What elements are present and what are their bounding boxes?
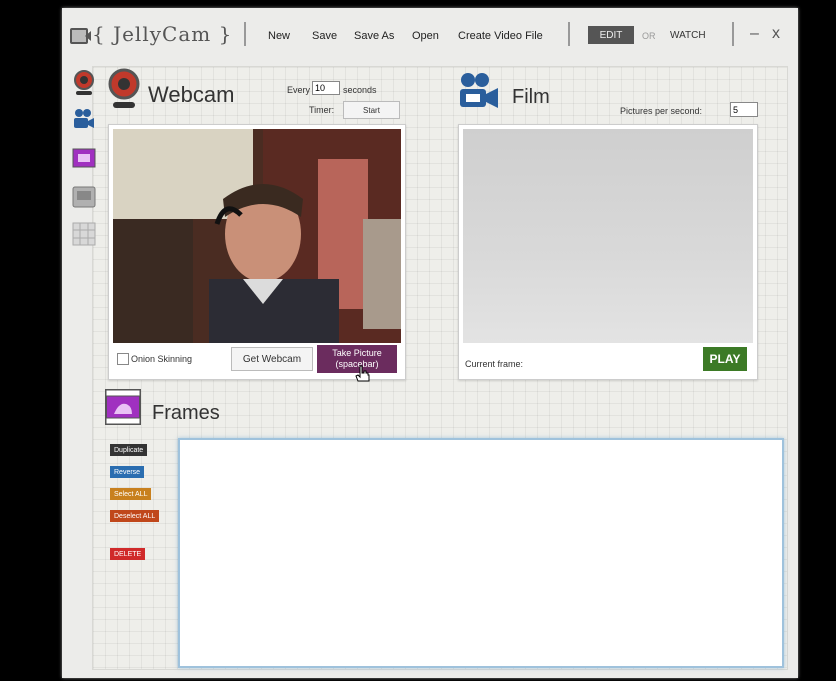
current-frame-label: Current frame: bbox=[465, 359, 524, 369]
save-button[interactable]: Save bbox=[312, 30, 337, 42]
frames-header-icon bbox=[104, 388, 142, 431]
frame-actions: Duplicate Reverse Select ALL Deselect AL… bbox=[102, 438, 176, 668]
webcam-header-icon bbox=[106, 68, 142, 117]
frames-title: Frames bbox=[152, 402, 220, 424]
film-title: Film bbox=[512, 86, 550, 108]
onion-skinning-checkbox[interactable] bbox=[117, 353, 129, 365]
webcam-icon[interactable] bbox=[72, 70, 96, 95]
interval-input[interactable] bbox=[312, 81, 340, 95]
open-button[interactable]: Open bbox=[412, 30, 439, 42]
timer-start-button[interactable]: Start bbox=[343, 101, 400, 119]
divider bbox=[568, 22, 570, 46]
divider bbox=[244, 22, 246, 46]
take-picture-label: Take Picture bbox=[332, 348, 382, 358]
seconds-label: seconds bbox=[343, 85, 377, 95]
film-preview bbox=[463, 129, 753, 343]
select-all-button[interactable]: Select ALL bbox=[110, 488, 152, 500]
webcam-title: Webcam bbox=[148, 82, 235, 107]
duplicate-button[interactable]: Duplicate bbox=[110, 444, 148, 456]
settings-icon[interactable] bbox=[72, 186, 96, 210]
divider bbox=[732, 22, 734, 46]
get-webcam-button[interactable]: Get Webcam bbox=[231, 347, 313, 371]
watch-mode-button[interactable]: WATCH bbox=[670, 30, 706, 41]
play-button[interactable]: PLAY bbox=[703, 347, 747, 371]
film-header-icon bbox=[458, 72, 502, 117]
app-title: { JellyCam } bbox=[92, 22, 233, 46]
frames-icon[interactable] bbox=[72, 148, 96, 172]
top-bar: { JellyCam } New Save Save As Open Creat… bbox=[62, 8, 798, 60]
hand-cursor-icon bbox=[355, 365, 371, 388]
mode-or-label: OR bbox=[642, 31, 656, 41]
delete-button[interactable]: DELETE bbox=[110, 548, 146, 560]
onion-skinning-label: Onion Skinning bbox=[131, 354, 193, 364]
reverse-button[interactable]: Reverse bbox=[110, 466, 145, 478]
pictures-per-second-input[interactable] bbox=[730, 102, 758, 117]
save-as-button[interactable]: Save As bbox=[354, 30, 394, 42]
film-panel: Current frame: PLAY bbox=[458, 124, 758, 380]
webcam-panel: Onion Skinning Get Webcam Take Picture (… bbox=[108, 124, 406, 382]
film-camera-icon[interactable] bbox=[72, 108, 96, 132]
minimize-button[interactable]: – bbox=[750, 25, 759, 43]
create-video-file-button[interactable]: Create Video File bbox=[458, 30, 543, 42]
timer-label: Timer: bbox=[309, 105, 335, 115]
close-button[interactable]: x bbox=[772, 25, 780, 43]
deselect-all-button[interactable]: Deselect ALL bbox=[110, 510, 160, 522]
jellycam-window: { JellyCam } New Save Save As Open Creat… bbox=[62, 8, 798, 678]
camera-logo-icon bbox=[70, 25, 91, 44]
app-logo: { JellyCam } bbox=[70, 22, 232, 46]
webcam-feed bbox=[113, 129, 401, 343]
every-label: Every bbox=[287, 85, 311, 95]
new-button[interactable]: New bbox=[268, 30, 290, 42]
edit-mode-button[interactable]: EDIT bbox=[588, 26, 634, 44]
pictures-per-second-label: Pictures per second: bbox=[620, 106, 703, 116]
frames-strip[interactable] bbox=[178, 438, 784, 668]
grid-icon[interactable] bbox=[72, 222, 96, 246]
